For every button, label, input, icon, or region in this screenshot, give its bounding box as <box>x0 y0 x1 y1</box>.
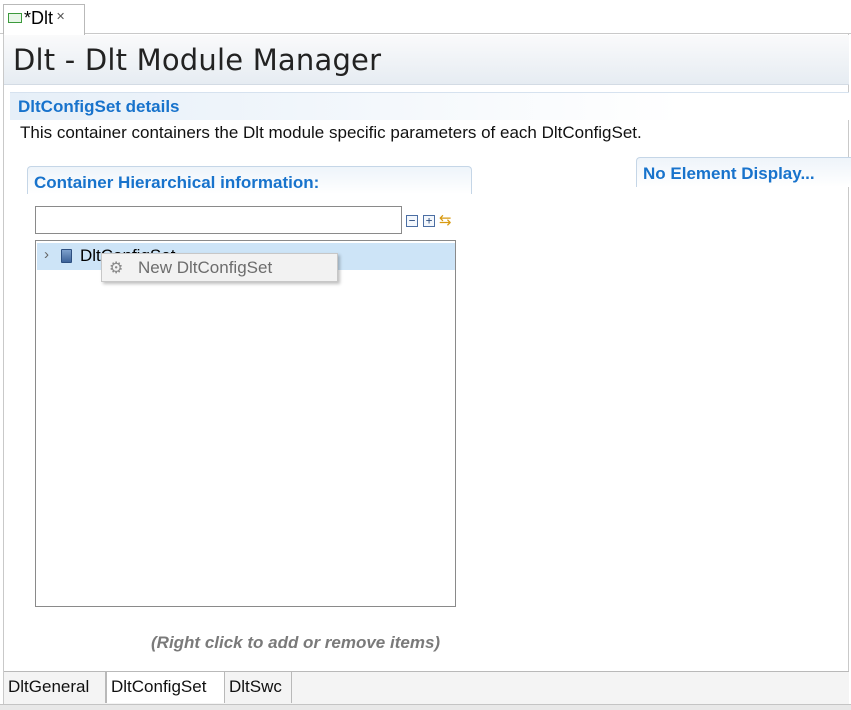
sync-icon[interactable]: ⇆ <box>439 211 452 229</box>
details-group-header: No Element Display... <box>636 157 851 187</box>
page-title: Dlt - Dlt Module Manager <box>13 43 382 77</box>
gear-icon: ⚙ <box>109 260 124 277</box>
tab-dltswc[interactable]: DltSwc <box>225 672 292 703</box>
tree-filter-input[interactable] <box>35 206 402 234</box>
menu-item-label: New DltConfigSet <box>138 258 273 277</box>
module-file-icon <box>8 13 22 23</box>
editor-tab[interactable]: *Dlt ✕ <box>3 4 85 35</box>
container-icon <box>61 249 72 263</box>
expand-all-icon[interactable]: + <box>423 215 435 227</box>
section-header: DltConfigSet details <box>10 92 849 120</box>
hierarchy-tree[interactable]: › DltConfigSet <box>35 240 456 607</box>
bottom-tab-bar: DltGeneral DltConfigSet DltSwc <box>4 671 849 704</box>
tab-dltconfigset[interactable]: DltConfigSet <box>106 672 225 703</box>
tab-dltgeneral[interactable]: DltGeneral <box>4 672 106 703</box>
close-icon[interactable]: ✕ <box>56 10 65 23</box>
collapse-all-icon[interactable]: − <box>406 215 418 227</box>
hierarchy-group-header: Container Hierarchical information: <box>27 166 472 194</box>
chevron-right-icon[interactable]: › <box>44 246 49 263</box>
hint-text: (Right click to add or remove items) <box>151 633 441 652</box>
section-title: DltConfigSet details <box>18 97 180 116</box>
context-menu: ⚙ New DltConfigSet <box>101 253 338 282</box>
menu-item-new-dltconfigset[interactable]: ⚙ New DltConfigSet <box>102 254 337 281</box>
hierarchy-group-title: Container Hierarchical information: <box>34 173 320 192</box>
section-description: This container containers the Dlt module… <box>20 123 642 142</box>
editor-tab-bar: *Dlt ✕ <box>0 0 851 35</box>
details-group-title: No Element Display... <box>643 164 815 183</box>
editor-tab-label: *Dlt <box>24 8 54 28</box>
status-edge <box>0 704 851 710</box>
page-header: Dlt - Dlt Module Manager <box>4 35 849 85</box>
